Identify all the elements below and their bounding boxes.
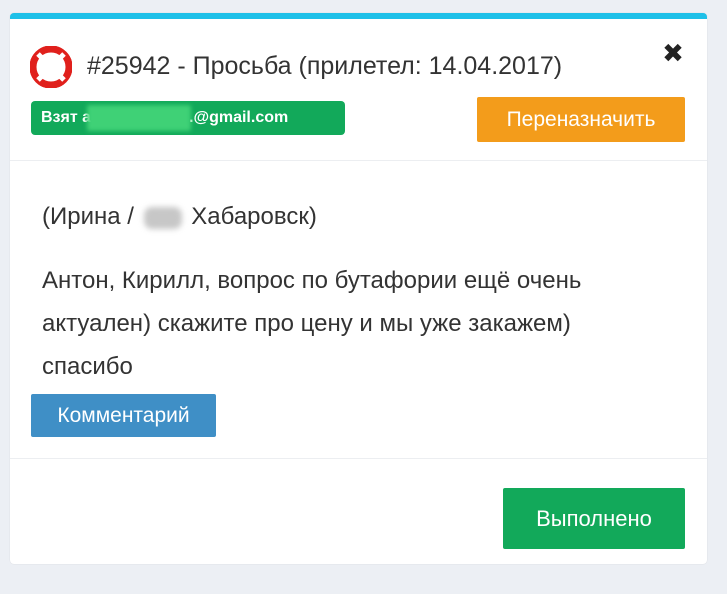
ticket-panel: #25942 - Просьба (прилетел: 14.04.2017) … [10,13,707,564]
close-icon[interactable]: ✖ [661,40,685,66]
ticket-author: (Ирина / Хабаровск) [42,203,317,231]
reassign-button[interactable]: Переназначить [477,97,685,142]
lifebuoy-icon [30,46,72,88]
taken-email-suffix: .@gmail.com [189,109,289,126]
taken-by-badge: Взят a .@gmail.com [31,101,345,135]
ticket-title: #25942 - Просьба (прилетел: 14.04.2017) [87,52,563,80]
ticket-body: (Ирина / Хабаровск) Антон, Кирилл, вопро… [10,161,707,459]
ticket-message: Антон, Кирилл, вопрос по бутафории ещё о… [42,267,582,380]
author-city: Хабаровск) [191,203,317,230]
comment-button[interactable]: Комментарий [31,394,216,437]
taken-label: Взят [41,109,78,126]
redacted-email [87,104,192,131]
redacted-author [143,206,182,229]
ticket-footer: Выполнено [10,458,707,564]
ticket-header: #25942 - Просьба (прилетел: 14.04.2017) … [10,19,707,161]
done-button[interactable]: Выполнено [503,488,685,549]
author-name: (Ирина / [42,203,134,230]
